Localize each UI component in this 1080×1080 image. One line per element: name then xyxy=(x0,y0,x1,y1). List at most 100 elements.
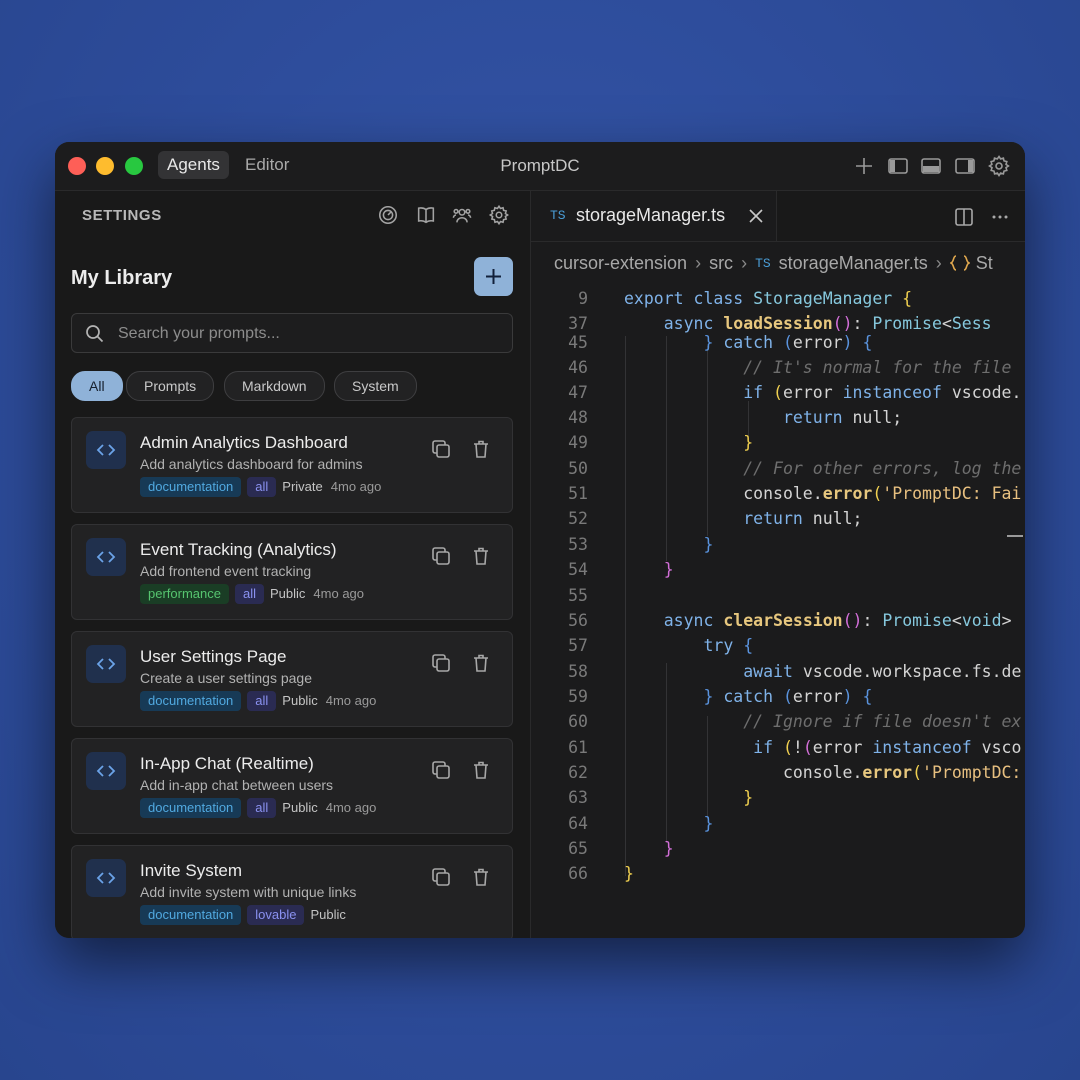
code-icon xyxy=(86,859,126,897)
line-number: 51 xyxy=(568,484,588,503)
code-token: if xyxy=(753,738,783,757)
code-token: ( xyxy=(782,333,793,352)
timestamp: 4mo ago xyxy=(313,586,365,601)
code-token: error xyxy=(792,687,843,706)
prompt-card[interactable]: Event Tracking (Analytics) Add frontend … xyxy=(71,524,513,620)
search-input[interactable] xyxy=(116,314,500,354)
copy-icon[interactable] xyxy=(430,438,452,460)
code-editor: TS storageManager.ts cursor-extension › sr… xyxy=(531,191,1025,938)
card-title: Invite System xyxy=(140,861,243,880)
code-area[interactable]: 9 export class StorageManager {37 async l… xyxy=(531,191,1025,938)
code-line[interactable]: 51 console.error('PromptDC: Fai xyxy=(531,481,1025,506)
code-line[interactable]: 63 } xyxy=(531,785,1025,810)
copy-icon[interactable] xyxy=(430,866,452,888)
trash-icon[interactable] xyxy=(470,866,492,888)
code-token: clearSession xyxy=(723,611,843,630)
card-description: Add analytics dashboard for admins xyxy=(140,456,363,472)
prompt-card[interactable]: Invite System Add invite system with uni… xyxy=(71,845,513,938)
code-line[interactable]: 58 await vscode.workspace.fs.de xyxy=(531,659,1025,684)
line-text: // Ignore if file doesn't ex xyxy=(624,709,1021,734)
code-line[interactable]: 55 xyxy=(531,583,1025,608)
line-text: } catch (error) { xyxy=(624,684,872,709)
code-line[interactable]: 65 } xyxy=(531,836,1025,861)
code-token: instanceof xyxy=(872,738,982,757)
gear-icon[interactable] xyxy=(987,154,1011,178)
close-window-button[interactable] xyxy=(68,157,86,175)
minimize-window-button[interactable] xyxy=(96,157,114,175)
maximize-window-button[interactable] xyxy=(125,157,143,175)
search-icon xyxy=(86,325,104,343)
add-prompt-button[interactable] xyxy=(474,257,513,296)
filter-all[interactable]: All xyxy=(71,371,123,401)
panel-bottom-icon[interactable] xyxy=(919,154,943,178)
code-line[interactable]: 60 // Ignore if file doesn't ex xyxy=(531,709,1025,734)
tab-agents[interactable]: Agents xyxy=(158,151,229,179)
code-line[interactable]: 45 } catch (error) { xyxy=(531,330,1025,355)
code-line[interactable]: 62 console.error('PromptDC: xyxy=(531,760,1025,785)
line-text: try { xyxy=(624,633,753,658)
users-icon[interactable] xyxy=(451,204,473,226)
book-icon[interactable] xyxy=(415,204,437,226)
code-token: { xyxy=(743,636,754,655)
code-line[interactable]: 47 if (error instanceof vscode. xyxy=(531,380,1025,405)
prompt-card[interactable]: Admin Analytics Dashboard Add analytics … xyxy=(71,417,513,513)
code-line[interactable]: 59 } catch (error) { xyxy=(531,684,1025,709)
search-box xyxy=(71,313,513,354)
filter-prompts[interactable]: Prompts xyxy=(126,371,215,401)
line-text: } xyxy=(624,532,713,557)
gauge-icon[interactable] xyxy=(377,204,399,226)
code-line[interactable]: 64 } xyxy=(531,811,1025,836)
code-line[interactable]: 54 } xyxy=(531,557,1025,582)
line-number: 58 xyxy=(568,662,588,681)
trash-icon[interactable] xyxy=(470,759,492,781)
line-number: 52 xyxy=(568,509,588,528)
copy-icon[interactable] xyxy=(430,545,452,567)
settings-gear-icon[interactable] xyxy=(488,204,510,226)
code-token: ( xyxy=(773,383,783,402)
tab-editor[interactable]: Editor xyxy=(236,151,298,179)
trash-icon[interactable] xyxy=(470,652,492,674)
code-line[interactable]: 50 // For other errors, log the xyxy=(531,456,1025,481)
code-token: // It's normal for the file xyxy=(624,358,1012,377)
line-text: } xyxy=(624,836,674,861)
plus-icon[interactable] xyxy=(852,154,876,178)
code-line[interactable]: 9 export class StorageManager { xyxy=(531,286,1025,311)
scroll-marker xyxy=(1007,535,1023,537)
code-token: null; xyxy=(852,408,903,427)
line-number: 49 xyxy=(568,433,588,452)
line-number: 64 xyxy=(568,814,588,833)
code-line[interactable]: 52 return null; xyxy=(531,506,1025,531)
code-line[interactable]: 49 } xyxy=(531,430,1025,455)
code-token: : xyxy=(862,611,883,630)
code-token: null; xyxy=(812,509,863,528)
sidebar-right-icon[interactable] xyxy=(953,154,977,178)
filter-markdown[interactable]: Markdown xyxy=(224,371,325,401)
code-line[interactable]: 53 } xyxy=(531,532,1025,557)
code-line[interactable]: 46 // It's normal for the file xyxy=(531,355,1025,380)
card-meta: performance all Public 4mo ago xyxy=(140,584,364,604)
code-line[interactable]: 48 return null; xyxy=(531,405,1025,430)
timestamp: 4mo ago xyxy=(330,479,382,494)
trash-icon[interactable] xyxy=(470,545,492,567)
prompt-card[interactable]: User Settings Page Create a user setting… xyxy=(71,631,513,727)
copy-icon[interactable] xyxy=(430,652,452,674)
code-token: instanceof xyxy=(842,383,952,402)
code-line[interactable]: 56 async clearSession(): Promise<void> xyxy=(531,608,1025,633)
line-number: 61 xyxy=(568,738,588,757)
filter-system[interactable]: System xyxy=(334,371,417,401)
code-token: error xyxy=(792,333,843,352)
copy-icon[interactable] xyxy=(430,759,452,781)
tag-badge: documentation xyxy=(140,798,242,818)
trash-icon[interactable] xyxy=(470,438,492,460)
sidebar-left-icon[interactable] xyxy=(886,154,910,178)
code-line[interactable]: 57 try { xyxy=(531,633,1025,658)
code-line[interactable]: 66} xyxy=(531,861,1025,886)
line-number: 54 xyxy=(568,560,588,579)
line-number: 66 xyxy=(568,864,588,883)
code-token: ( xyxy=(872,484,883,503)
code-line[interactable]: 61 if (!(error instanceof vsco xyxy=(531,735,1025,760)
prompt-card[interactable]: In-App Chat (Realtime) Add in-app chat b… xyxy=(71,738,513,834)
